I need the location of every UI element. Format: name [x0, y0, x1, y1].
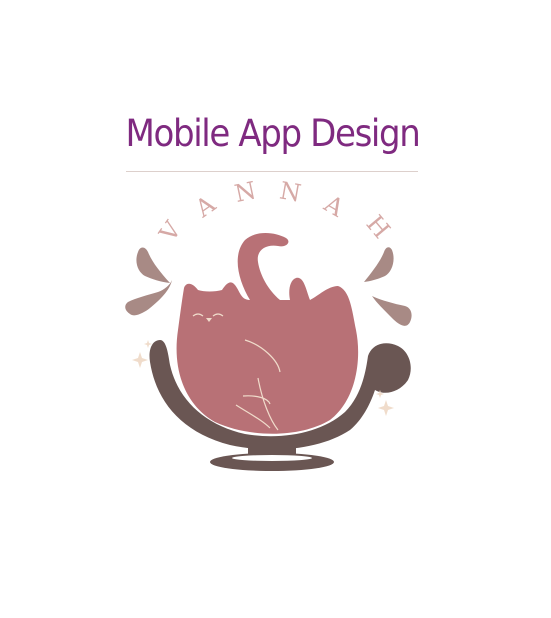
- vannah-logo: VA N N AH: [125, 176, 412, 471]
- logo-letter: N: [232, 176, 258, 208]
- logo-letter: A: [319, 189, 349, 223]
- logo-letter: A: [189, 190, 221, 224]
- logo-letter: V: [153, 216, 187, 248]
- logo-letter: H: [361, 210, 396, 244]
- logo-letter: N: [278, 177, 304, 208]
- cat-illustration: [176, 233, 359, 434]
